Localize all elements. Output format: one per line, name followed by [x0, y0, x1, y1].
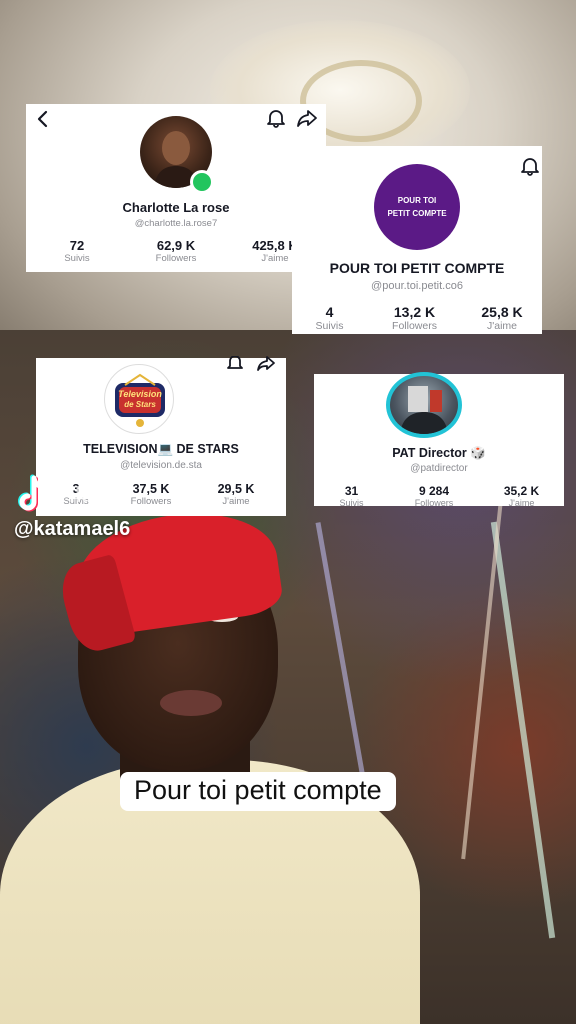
- profile-stats: 31 Suivis 9 284 Followers 35,2 K J'aime: [314, 484, 564, 508]
- share-icon[interactable]: [256, 356, 276, 372]
- profile-name: POUR TOI PETIT COMPTE: [329, 260, 505, 276]
- stat-following[interactable]: 4 Suivis: [292, 304, 367, 332]
- stat-label: J'aime: [508, 498, 535, 508]
- stat-value: 13,2 K: [393, 304, 436, 320]
- avatar[interactable]: POUR TOI PETIT COMPTE: [374, 164, 460, 250]
- stat-likes[interactable]: 25,8 K J'aime: [462, 304, 542, 332]
- stat-following[interactable]: 31 Suivis: [314, 484, 389, 508]
- stat-followers[interactable]: 37,5 K Followers: [116, 482, 186, 507]
- stat-label: J'aime: [486, 320, 517, 332]
- profile-stats: 72 Suivis 62,9 K Followers 425,8 K J'aim…: [26, 238, 326, 264]
- bell-icon[interactable]: [520, 156, 540, 176]
- bell-icon[interactable]: [226, 356, 244, 372]
- video-caption: Pour toi petit compte: [120, 772, 396, 811]
- person-mouth: [160, 690, 222, 716]
- stat-followers[interactable]: 13,2 K Followers: [367, 304, 462, 332]
- stat-label: J'aime: [222, 496, 250, 507]
- stat-value: 31: [344, 484, 359, 498]
- stat-label: Followers: [414, 498, 454, 508]
- stat-followers[interactable]: 9 284 Followers: [389, 484, 479, 508]
- profile-handle: @television.de.sta: [120, 460, 202, 471]
- stat-value: 37,5 K: [132, 482, 170, 496]
- back-chevron-icon[interactable]: [36, 110, 50, 128]
- profile-name: TELEVISION💻 DE STARS: [83, 442, 239, 456]
- profile-name: PAT Director 🎲: [392, 446, 486, 460]
- profile-card-pat[interactable]: PAT Director 🎲 @patdirector 31 Suivis 9 …: [314, 372, 564, 508]
- stat-likes[interactable]: 35,2 K J'aime: [479, 484, 564, 508]
- stat-label: Followers: [155, 253, 197, 264]
- profile-card-charlotte[interactable]: Charlotte La rose @charlotte.la.rose7 72…: [26, 104, 326, 272]
- stat-label: Suivis: [315, 320, 344, 332]
- stat-value: 9 284: [418, 484, 450, 498]
- stat-following[interactable]: 72 Suivis: [26, 238, 128, 264]
- profile-stats: 4 Suivis 13,2 K Followers 25,8 K J'aime: [292, 304, 542, 332]
- stat-value: 29,5 K: [217, 482, 255, 496]
- avatar[interactable]: [386, 372, 462, 438]
- stat-label: Followers: [392, 320, 437, 332]
- profile-name: Charlotte La rose: [122, 200, 230, 215]
- stat-likes[interactable]: 29,5 K J'aime: [186, 482, 286, 507]
- stat-value: 72: [69, 238, 85, 253]
- profile-handle: @pour.toi.petit.co6: [371, 280, 463, 292]
- profile-handle: @patdirector: [410, 463, 468, 474]
- avatar[interactable]: Television de Stars: [104, 364, 174, 434]
- stat-followers[interactable]: 62,9 K Followers: [128, 238, 224, 264]
- avatar-text: POUR TOI PETIT COMPTE: [387, 196, 447, 218]
- watermark-username: @katamael6: [14, 518, 131, 540]
- share-icon[interactable]: [296, 108, 318, 128]
- avatar-text-bottom: de Stars: [124, 400, 156, 409]
- stat-value: 35,2 K: [503, 484, 540, 498]
- profile-card-pour-toi[interactable]: POUR TOI PETIT COMPTE POUR TOI PETIT COM…: [292, 146, 542, 334]
- stat-value: 62,9 K: [156, 238, 196, 253]
- avatar-text-top: Television: [118, 389, 162, 399]
- bell-icon[interactable]: [266, 108, 286, 128]
- stat-label: Followers: [130, 496, 172, 507]
- stat-value: 25,8 K: [481, 304, 523, 320]
- tiktok-logo-icon: [18, 474, 52, 514]
- tiktok-watermark-text: TikTok: [56, 482, 125, 507]
- stat-label: Suivis: [339, 498, 364, 508]
- stat-label: Suivis: [64, 253, 90, 264]
- stat-value: 4: [325, 304, 334, 320]
- profile-handle: @charlotte.la.rose7: [134, 218, 218, 229]
- online-status-dot: [190, 170, 214, 194]
